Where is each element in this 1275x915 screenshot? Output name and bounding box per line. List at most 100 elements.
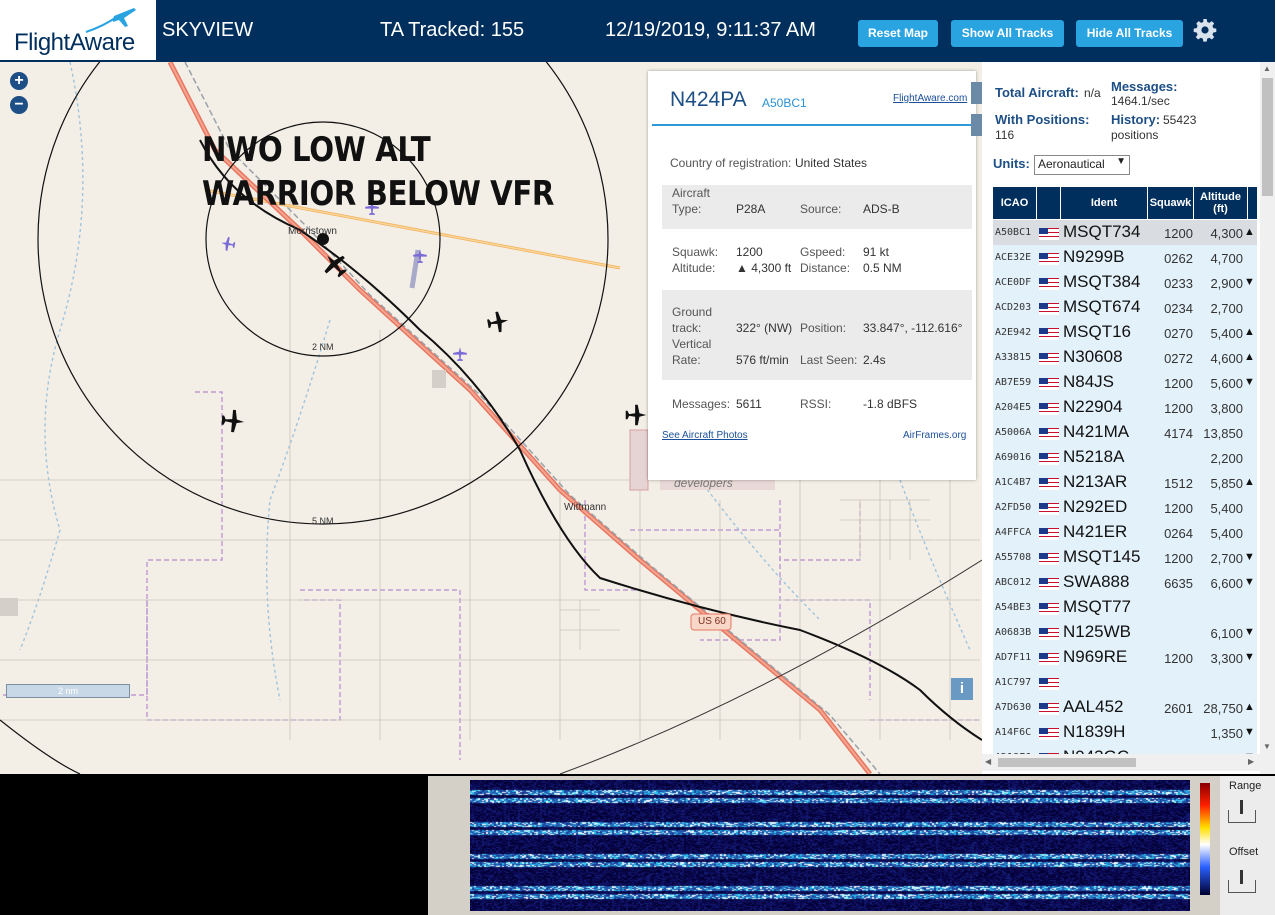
vertical-scroll-thumb[interactable] <box>1262 78 1273 196</box>
table-row[interactable]: A33815 N30608 0272 4,600 ▲ <box>993 345 1257 371</box>
aircraft-icon[interactable] <box>220 408 246 434</box>
last-seen-label: Last Seen: <box>800 353 858 367</box>
table-row[interactable]: AB7E59 N84JS 1200 5,600 ▼ <box>993 370 1257 396</box>
ring-label-inner: 2 NM <box>312 342 334 352</box>
cell-icao: AD7F11 <box>995 652 1032 663</box>
table-row[interactable]: A2FD50 N292ED 1200 5,400 <box>993 495 1257 521</box>
cell-altitude: 5,600 <box>1210 376 1243 391</box>
plane-swoosh-icon <box>85 8 136 33</box>
table-row[interactable]: A0683B N125WB 6,100 ▼ <box>993 620 1257 646</box>
cell-squawk: 0264 <box>1164 526 1193 541</box>
aircraft-icon[interactable] <box>624 403 648 427</box>
cell-altitude: 28,750 <box>1203 701 1243 716</box>
offset-slider[interactable] <box>1228 870 1256 893</box>
column-header-squawk[interactable]: Squawk <box>1148 187 1193 219</box>
cell-squawk: 0270 <box>1164 326 1193 341</box>
table-row[interactable]: AD7F11 N969RE 1200 3,300 ▼ <box>993 645 1257 671</box>
aircraft-type-value: P28A <box>736 202 766 216</box>
cell-icao: ACD203 <box>995 302 1032 313</box>
table-row[interactable]: ACE0DF MSQT384 0233 2,900 ▼ <box>993 270 1257 296</box>
map-canvas[interactable]: + − NWO LOW ALT WARRIOR BELOW VFR Morris… <box>0 62 982 774</box>
cell-altitude: 4,700 <box>1210 251 1243 266</box>
table-row[interactable]: ACD203 MSQT674 0234 2,700 <box>993 295 1257 321</box>
offset-slider-handle[interactable] <box>1240 870 1243 884</box>
us-flag-icon <box>1039 253 1059 265</box>
show-all-tracks-button[interactable]: Show All Tracks <box>951 20 1064 47</box>
table-row[interactable]: A5006A N421MA 4174 13,850 <box>993 420 1257 446</box>
horizontal-scroll-thumb[interactable] <box>998 758 1136 767</box>
reset-map-button[interactable]: Reset Map <box>858 20 938 47</box>
cell-altitude: 1,350 <box>1210 726 1243 741</box>
cell-squawk: 1200 <box>1164 401 1193 416</box>
table-row[interactable]: A14F6C N1839H 1,350 ▼ <box>993 720 1257 746</box>
table-row[interactable]: A7D630 AAL452 2601 28,750 ▲ <box>993 695 1257 721</box>
range-label: Range <box>1229 780 1262 792</box>
table-row[interactable]: A2E942 MSQT16 0270 5,400 ▲ <box>993 320 1257 346</box>
us-flag-icon <box>1039 653 1059 665</box>
cell-altitude: 5,400 <box>1210 326 1243 341</box>
hide-all-tracks-button[interactable]: Hide All Tracks <box>1076 20 1183 47</box>
zoom-out-button[interactable]: − <box>10 96 28 114</box>
scroll-left-icon[interactable]: ◀ <box>985 757 991 766</box>
aircraft-icon[interactable] <box>486 310 510 334</box>
offset-label: Offset <box>1229 846 1259 858</box>
zoom-in-button[interactable]: + <box>10 72 28 90</box>
range-slider-handle[interactable] <box>1240 800 1243 814</box>
us-flag-icon <box>1039 553 1059 565</box>
cell-ident: MSQT77 <box>1063 597 1132 616</box>
vertical-rate-value: 576 ft/min <box>736 353 789 367</box>
ground-track-label-2: track: <box>672 321 702 335</box>
cell-squawk: 1200 <box>1164 376 1193 391</box>
table-row[interactable]: A1C4B7 N213AR 1512 5,850 ▲ <box>993 470 1257 496</box>
panel-toggle-handle[interactable] <box>971 114 982 136</box>
vertical-scrollbar[interactable]: ▲ ▼ <box>1260 62 1275 774</box>
aircraft-icon[interactable] <box>452 346 468 362</box>
column-header-flag[interactable] <box>1037 187 1060 219</box>
cell-ident: N9299B <box>1063 247 1125 266</box>
scroll-right-icon[interactable]: ▶ <box>1248 757 1254 766</box>
us-flag-icon <box>1039 478 1059 490</box>
cell-icao: A2E942 <box>995 327 1032 338</box>
table-row[interactable]: A54BE3 MSQT77 <box>993 595 1257 621</box>
cell-altitude: 2,700 <box>1210 301 1243 316</box>
table-row[interactable]: A1C797 <box>993 670 1257 696</box>
aircraft-icon[interactable] <box>220 236 236 252</box>
table-row[interactable]: ABC012 SWA888 6635 6,600 ▼ <box>993 570 1257 596</box>
table-row[interactable]: A204E5 N22904 1200 3,800 <box>993 395 1257 421</box>
range-slider[interactable] <box>1228 800 1256 823</box>
flightaware-logo[interactable]: FlightAware <box>0 0 156 60</box>
table-row[interactable]: A50BC1 MSQT734 1200 4,300 ▲ <box>993 220 1257 246</box>
app-name: SKYVIEW <box>162 19 254 41</box>
aircraft-icon[interactable] <box>412 248 428 264</box>
us-flag-icon <box>1039 328 1059 340</box>
panel-toggle-handle[interactable] <box>971 82 982 104</box>
with-positions-label: With Positions: <box>995 112 1090 127</box>
column-header-ident[interactable]: Ident <box>1061 187 1147 219</box>
table-row[interactable]: A4FFCA N421ER 0264 5,400 <box>993 520 1257 546</box>
scroll-down-icon[interactable]: ▼ <box>1263 742 1271 751</box>
flightaware-link[interactable]: FlightAware.com <box>893 93 967 104</box>
altitude-label: Altitude: <box>672 261 716 275</box>
selected-aircraft-icon[interactable] <box>321 251 349 279</box>
aircraft-photos-link[interactable]: See Aircraft Photos <box>662 430 748 441</box>
distance-label: Distance: <box>800 261 851 275</box>
units-select[interactable]: Aeronautical ▼ <box>1034 155 1130 175</box>
gear-icon[interactable] <box>1193 18 1217 42</box>
column-header-altitude[interactable]: Altitude (ft) <box>1194 187 1247 219</box>
info-button[interactable]: i <box>951 678 973 700</box>
rssi-label: RSSI: <box>800 397 832 411</box>
gspeed-value: 91 kt <box>863 245 890 259</box>
cell-icao: A2FD50 <box>995 502 1032 513</box>
column-header-icao[interactable]: ICAO <box>993 187 1036 219</box>
airframes-link[interactable]: AirFrames.org <box>903 430 966 441</box>
table-row[interactable]: A69016 N5218A 2,200 <box>993 445 1257 471</box>
us-flag-icon <box>1039 728 1059 740</box>
table-row[interactable]: ACE32E N9299B 0262 4,700 <box>993 245 1257 271</box>
table-header: ICAO Ident Squawk Altitude (ft) <box>993 187 1257 219</box>
scroll-up-icon[interactable]: ▲ <box>1263 64 1271 73</box>
source-label: Source: <box>800 202 842 216</box>
cell-altitude: 6,600 <box>1210 576 1243 591</box>
popup-hex[interactable]: A50BC1 <box>762 96 807 110</box>
horizontal-scrollbar[interactable]: ◀ ▶ <box>982 754 1260 771</box>
table-row[interactable]: A55708 MSQT145 1200 2,700 ▼ <box>993 545 1257 571</box>
